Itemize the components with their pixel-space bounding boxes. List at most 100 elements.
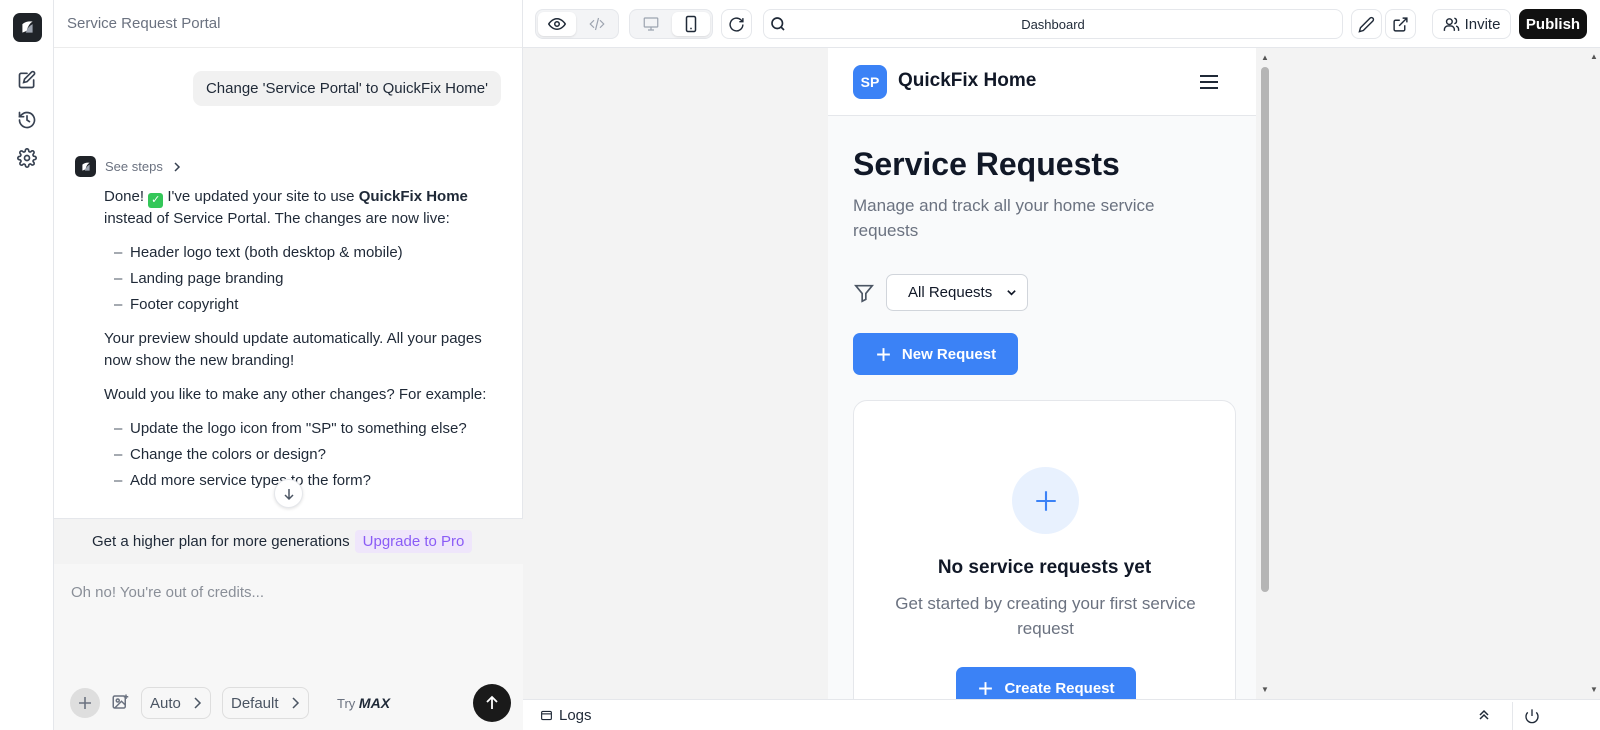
users-icon	[1443, 17, 1459, 31]
upgrade-banner: Get a higher plan for more generations U…	[54, 518, 523, 564]
preview-scrollbar[interactable]: ▲ ▼	[1258, 52, 1272, 694]
outer-scrollbar[interactable]: ▲ ▼	[1589, 52, 1599, 694]
app-header: SP QuickFix Home	[828, 48, 1256, 116]
empty-plus-icon	[1012, 467, 1079, 534]
list-item: Landing page branding	[114, 268, 494, 290]
upgrade-to-pro-link[interactable]: Upgrade to Pro	[354, 530, 473, 553]
mobile-preview-frame: SP QuickFix Home Service Requests Manage…	[828, 48, 1256, 699]
list-item: Header logo text (both desktop & mobile)	[114, 242, 494, 264]
mobile-view-button[interactable]	[672, 12, 710, 36]
open-external-button[interactable]	[1385, 9, 1416, 39]
new-request-label: New Request	[901, 345, 997, 363]
edit-button[interactable]	[1351, 9, 1382, 39]
app-logo-badge[interactable]: SP	[853, 65, 887, 99]
check-emoji-icon: ✓	[148, 193, 164, 208]
suggestions-list: Update the logo icon from "SP" to someth…	[114, 418, 494, 492]
chat-panel: Service Request Portal Change 'Service P…	[54, 0, 523, 730]
scroll-up-arrow-icon: ▲	[1261, 53, 1269, 62]
request-filter-select[interactable]: All Requests	[886, 274, 1028, 311]
pencil-icon	[1358, 16, 1375, 33]
invite-button[interactable]: Invite	[1432, 9, 1511, 39]
reply-intro: Done! ✓ I've updated your site to use Qu…	[104, 188, 468, 227]
send-button[interactable]	[473, 684, 511, 722]
filter-value: All Requests	[908, 284, 993, 301]
composer: Oh no! You're out of credits... Auto Def…	[54, 564, 523, 730]
scroll-down-arrow-icon: ▼	[1590, 685, 1598, 694]
preview-eye-button[interactable]	[538, 12, 576, 36]
new-request-button[interactable]: New Request	[853, 333, 1018, 375]
code-icon	[589, 17, 605, 31]
page-subtitle: Manage and track all your home service r…	[853, 196, 1155, 240]
chevron-right-icon	[194, 697, 201, 709]
try-max-link[interactable]: Try MAX	[337, 695, 390, 711]
left-rail	[0, 0, 54, 730]
power-button[interactable]	[1512, 702, 1550, 730]
see-steps-toggle[interactable]: See steps	[75, 156, 182, 177]
assistant-avatar-icon	[75, 156, 96, 177]
assistant-message: Done! ✓ I've updated your site to use Qu…	[104, 186, 494, 504]
brand-name: QuickFix Home	[358, 188, 468, 205]
image-upload-icon[interactable]	[111, 693, 129, 711]
create-request-label: Create Request	[1004, 679, 1115, 697]
settings-gear-icon[interactable]	[17, 148, 37, 168]
chevron-down-icon	[1007, 290, 1016, 296]
external-link-icon	[1393, 16, 1408, 32]
empty-state-subtitle: Get started by creating your first servi…	[895, 594, 1196, 638]
desktop-view-button[interactable]	[632, 12, 670, 36]
new-chat-icon[interactable]	[17, 70, 37, 90]
url-bar[interactable]: Dashboard	[763, 9, 1343, 39]
logs-panel-icon	[541, 710, 552, 721]
plus-icon	[877, 347, 890, 361]
user-message: Change 'Service Portal' to QuickFix Home…	[192, 71, 501, 106]
reply-paragraph: Your preview should update automatically…	[104, 330, 482, 369]
list-item: Add more service types to the form?	[114, 470, 494, 492]
scroll-down-arrow-icon: ▼	[1261, 685, 1269, 694]
app-name[interactable]: QuickFix Home	[898, 70, 1036, 92]
expand-double-chevron-icon[interactable]	[1477, 708, 1491, 722]
logs-toggle[interactable]: Logs	[540, 707, 592, 724]
list-item: Change the colors or design?	[114, 444, 494, 466]
app-logo-icon[interactable]	[13, 13, 42, 42]
page-title: Service Requests	[853, 146, 1120, 182]
monitor-icon	[643, 17, 659, 31]
changes-list: Header logo text (both desktop & mobile)…	[114, 242, 494, 316]
preview-area: Dashboard Invite Publish SP QuickFix Hom…	[523, 0, 1600, 730]
chevron-right-icon	[172, 161, 182, 172]
see-steps-label: See steps	[105, 159, 163, 174]
list-item: Footer copyright	[114, 294, 494, 316]
empty-state-card: No service requests yet Get started by c…	[853, 400, 1236, 699]
plus-icon	[79, 697, 91, 709]
prompt-input[interactable]: Oh no! You're out of credits...	[71, 584, 264, 601]
view-toggle	[535, 9, 619, 39]
refresh-button[interactable]	[721, 9, 752, 39]
arrow-up-icon	[486, 695, 498, 709]
scrollbar-thumb[interactable]	[1261, 67, 1269, 592]
publish-button[interactable]: Publish	[1519, 9, 1587, 39]
empty-state-title: No service requests yet	[937, 557, 1152, 578]
scroll-to-bottom-button[interactable]	[274, 479, 303, 508]
phone-icon	[685, 15, 697, 33]
invite-label: Invite	[1464, 15, 1501, 33]
mode-selector[interactable]: Auto	[141, 687, 211, 719]
history-icon[interactable]	[17, 110, 37, 130]
create-request-button[interactable]: Create Request	[956, 667, 1136, 699]
mode-label: Auto	[150, 694, 181, 712]
model-label: Default	[231, 694, 279, 712]
logs-bar: Logs	[523, 699, 1600, 730]
project-title: Service Request Portal	[54, 0, 522, 48]
add-attachment-button[interactable]	[70, 688, 100, 718]
filter-icon	[853, 282, 875, 304]
arrow-down-icon	[283, 488, 294, 500]
hamburger-menu-icon[interactable]	[1198, 71, 1220, 93]
reply-paragraph: Would you like to make any other changes…	[104, 386, 487, 403]
plus-icon	[979, 681, 993, 695]
scroll-up-arrow-icon: ▲	[1590, 52, 1598, 61]
device-toggle	[629, 9, 713, 39]
power-icon	[1524, 709, 1539, 724]
refresh-icon	[729, 16, 744, 32]
search-icon	[769, 15, 787, 33]
code-view-button[interactable]	[578, 12, 616, 36]
eye-icon	[548, 17, 566, 31]
model-selector[interactable]: Default	[222, 687, 309, 719]
url-text: Dashboard	[1021, 16, 1085, 32]
